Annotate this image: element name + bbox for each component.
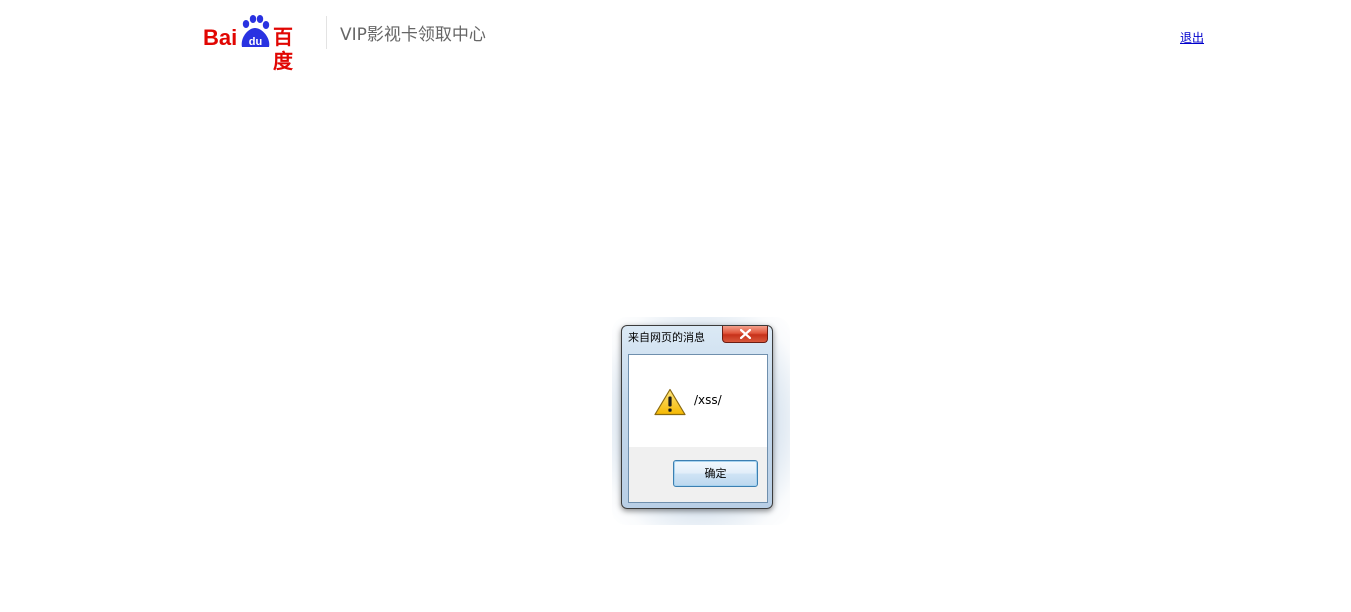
alert-dialog: 来自网页的消息 /xss/ 确定 (621, 325, 773, 509)
logo-paw-text: du (249, 36, 262, 48)
header-divider (326, 16, 327, 49)
warning-icon (654, 388, 686, 416)
site-title: VIP影视卡领取中心 (340, 25, 486, 45)
logo-text-chinese: 百度 (273, 27, 293, 73)
dialog-title: 来自网页的消息 (628, 331, 705, 344)
dialog-message-area: /xss/ (629, 355, 767, 447)
dialog-close-button[interactable] (722, 326, 768, 343)
dialog-client-area: /xss/ 确定 (628, 354, 768, 503)
baidu-paw-icon: du (241, 15, 270, 48)
page: Bai du 百度 VIP影视卡领取中心 退出 来自网页的消息 /xss/ 确定 (0, 0, 1351, 612)
dialog-message: /xss/ (694, 393, 722, 407)
ok-button[interactable]: 确定 (673, 460, 758, 487)
dialog-button-area: 确定 (629, 447, 767, 502)
close-icon (740, 329, 751, 339)
logo-text-latin: Bai (203, 25, 238, 50)
logout-link[interactable]: 退出 (1180, 29, 1204, 46)
baidu-logo[interactable]: Bai du 百度 (203, 14, 311, 73)
